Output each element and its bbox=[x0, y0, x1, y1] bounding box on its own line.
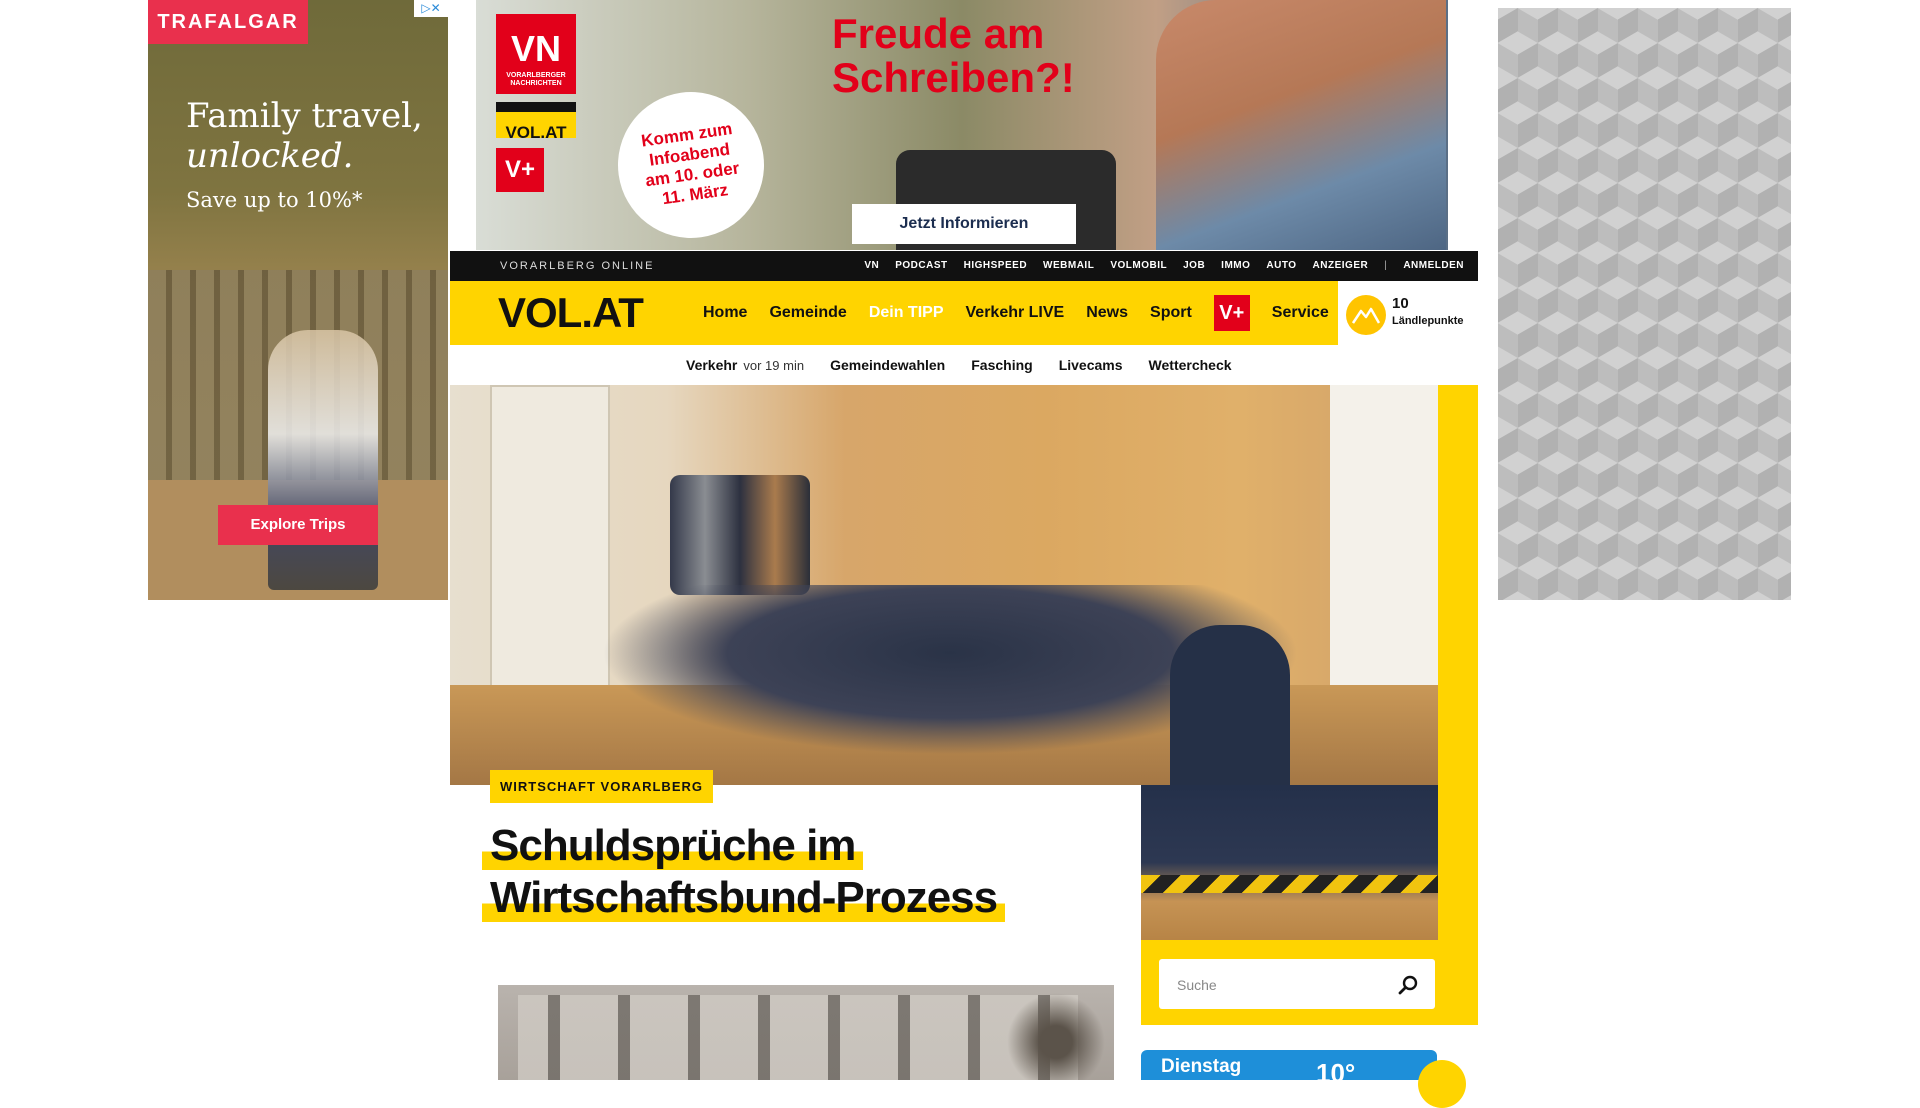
ad-subline: Save up to 10%* bbox=[186, 188, 363, 212]
toplink-highspeed[interactable]: HIGHSPEED bbox=[964, 251, 1027, 281]
sub-nav: Verkehr vor 19 min Gemeindewahlen Faschin… bbox=[450, 345, 1478, 385]
nav-vplus-button[interactable]: V+ bbox=[1213, 295, 1250, 331]
subnav-wettercheck[interactable]: Wettercheck bbox=[1149, 357, 1232, 373]
subnav-verkehr-time: vor 19 min bbox=[743, 358, 805, 373]
tree-silhouette bbox=[998, 985, 1114, 1080]
hero-image-extension[interactable] bbox=[1141, 785, 1438, 940]
ad-headline-line1: Freude am bbox=[832, 10, 1045, 57]
sub-nav-items: Verkehr vor 19 min Gemeindewahlen Faschin… bbox=[686, 345, 1232, 385]
mountain-badge-icon bbox=[1346, 295, 1386, 335]
vn-logo: VN VORARLBERGER NACHRICHTEN bbox=[496, 14, 576, 94]
top-bar: VORARLBERG ONLINE VN PODCAST HIGHSPEED W… bbox=[450, 251, 1478, 281]
main-nav-items: Home Gemeinde Dein TIPP Verkehr LIVE New… bbox=[703, 281, 1329, 345]
article-category-badge[interactable]: WIRTSCHAFT VORARLBERG bbox=[490, 770, 713, 803]
secondary-article-image[interactable] bbox=[498, 985, 1114, 1080]
jetzt-informieren-button[interactable]: Jetzt Informieren bbox=[852, 204, 1076, 244]
weather-day: Dienstag bbox=[1161, 1056, 1242, 1077]
points-label: Ländlepunkte bbox=[1392, 315, 1464, 327]
hero-coat-rack bbox=[670, 475, 810, 595]
infoabend-badge: Komm zum Infoabend am 10. oder 11. März bbox=[608, 82, 774, 248]
nav-gemeinde[interactable]: Gemeinde bbox=[769, 304, 846, 322]
toplink-podcast[interactable]: PODCAST bbox=[895, 251, 947, 281]
building-facade bbox=[518, 995, 1078, 1080]
vn-logo-subtext: VORARLBERGER NACHRICHTEN bbox=[506, 72, 566, 87]
nav-dein-tipp[interactable]: Dein TIPP bbox=[869, 304, 944, 322]
hero-window bbox=[1330, 385, 1438, 715]
toplink-volmobil[interactable]: VOLMOBIL bbox=[1110, 251, 1167, 281]
article-headline[interactable]: Schuldsprüche im Wirtschaftsbund-Prozess bbox=[482, 820, 1042, 924]
subnav-livecams[interactable]: Livecams bbox=[1059, 357, 1123, 373]
toplink-immo[interactable]: IMMO bbox=[1221, 251, 1250, 281]
weather-widget[interactable]: Dienstag 10° bbox=[1141, 1050, 1437, 1080]
infoabend-text: Komm zum Infoabend am 10. oder 11. März bbox=[640, 119, 741, 209]
vn-logo-text: VN bbox=[510, 28, 561, 69]
article-headline-line1: Schuldsprüche im bbox=[482, 821, 864, 870]
ad-person-image bbox=[1156, 0, 1446, 250]
toplink-auto[interactable]: AUTO bbox=[1266, 251, 1296, 281]
hero-door bbox=[490, 385, 610, 725]
nav-home[interactable]: Home bbox=[703, 304, 747, 322]
main-nav: VOL.AT Home Gemeinde Dein TIPP Verkehr L… bbox=[450, 281, 1338, 345]
site-name: VORARLBERG ONLINE bbox=[500, 260, 655, 272]
weather-temperature: 10° bbox=[1316, 1058, 1356, 1080]
laendlepunkte-widget[interactable]: 10 Ländlepunkte bbox=[1338, 281, 1478, 345]
right-pattern-ad[interactable] bbox=[1498, 8, 1791, 600]
nav-verkehr-live[interactable]: Verkehr LIVE bbox=[966, 304, 1065, 322]
top-billboard-ad[interactable]: VN VORARLBERGER NACHRICHTEN VOL.AT V+ Ko… bbox=[476, 0, 1448, 250]
nav-service[interactable]: Service bbox=[1272, 304, 1329, 322]
explore-trips-button[interactable]: Explore Trips bbox=[218, 505, 378, 545]
toplink-separator: | bbox=[1384, 260, 1388, 271]
hazard-stripe bbox=[1141, 875, 1438, 893]
vplus-logo: V+ bbox=[496, 148, 544, 192]
toplink-anzeiger[interactable]: ANZEIGER bbox=[1313, 251, 1369, 281]
toplink-job[interactable]: JOB bbox=[1183, 251, 1205, 281]
subnav-gemeindewahlen[interactable]: Gemeindewahlen bbox=[830, 357, 945, 373]
ad-headline: Freude am Schreiben?! bbox=[832, 12, 1075, 100]
left-skyscraper-ad[interactable]: TRAFALGAR ▷✕ Family travel, unlocked. Sa… bbox=[148, 0, 448, 600]
toplink-webmail[interactable]: WEBMAIL bbox=[1043, 251, 1094, 281]
subnav-verkehr[interactable]: Verkehr vor 19 min bbox=[686, 357, 804, 373]
login-link[interactable]: ANMELDEN bbox=[1403, 251, 1464, 281]
top-links: VN PODCAST HIGHSPEED WEBMAIL VOLMOBIL JO… bbox=[864, 251, 1464, 281]
article-headline-line2: Wirtschaftsbund-Prozess bbox=[482, 873, 1006, 922]
sun-icon bbox=[1418, 1060, 1466, 1108]
ad-headline-line2: unlocked. bbox=[186, 136, 354, 176]
points-value: 10 bbox=[1392, 295, 1409, 312]
subnav-fasching[interactable]: Fasching bbox=[971, 357, 1032, 373]
hero-image[interactable] bbox=[450, 385, 1438, 785]
vol-at-logo[interactable]: VOL.AT bbox=[498, 281, 644, 345]
nav-sport[interactable]: Sport bbox=[1150, 304, 1192, 322]
search-input[interactable] bbox=[1175, 959, 1379, 1011]
hero-yellow-band bbox=[1438, 385, 1478, 1025]
toplink-vn[interactable]: VN bbox=[864, 251, 879, 281]
search-box bbox=[1159, 959, 1435, 1011]
search-icon[interactable] bbox=[1397, 974, 1419, 996]
subnav-verkehr-label: Verkehr bbox=[686, 357, 738, 373]
ad-headline-line2: Schreiben?! bbox=[832, 54, 1075, 101]
ad-headline-line1: Family travel, bbox=[186, 96, 423, 136]
ad-brand-logo: TRAFALGAR bbox=[148, 0, 308, 44]
hero-front-person bbox=[1170, 625, 1290, 785]
nav-news[interactable]: News bbox=[1086, 304, 1128, 322]
adchoices-icon[interactable]: ▷✕ bbox=[414, 0, 448, 17]
family-image bbox=[268, 330, 378, 590]
vol-logo: VOL.AT bbox=[496, 102, 576, 142]
